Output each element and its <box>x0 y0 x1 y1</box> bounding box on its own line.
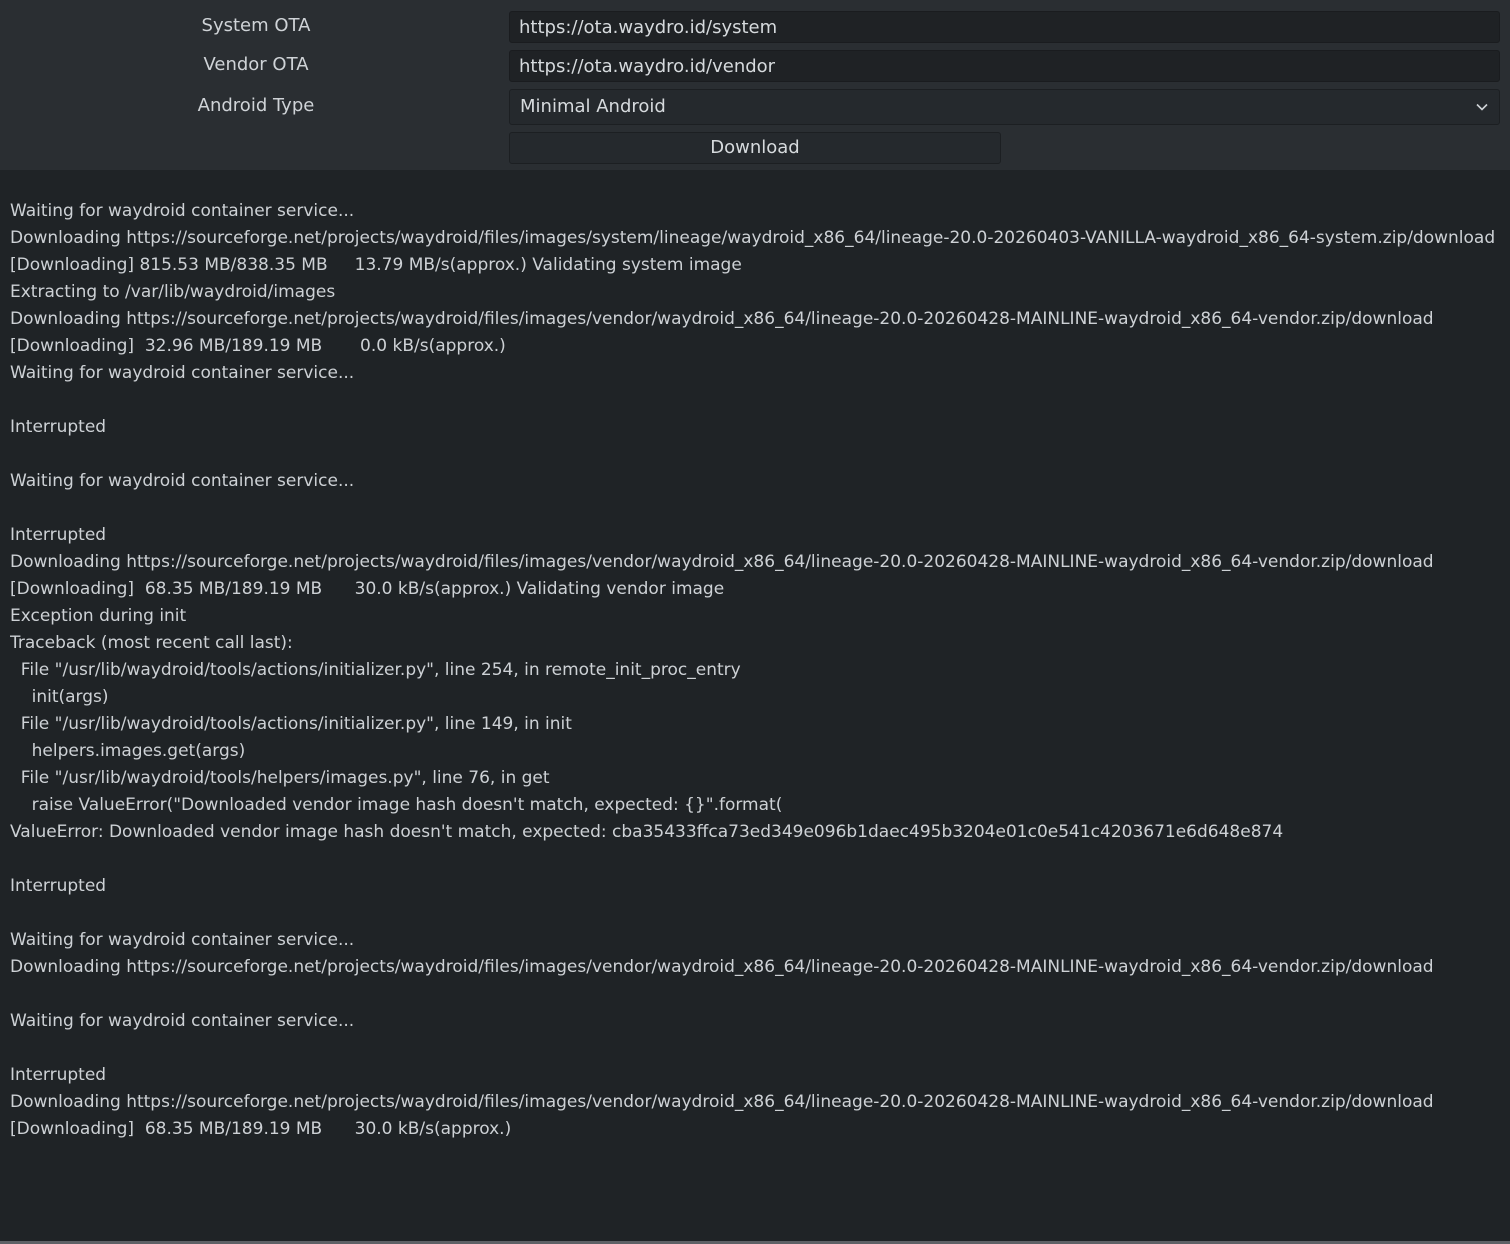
log-line: Waiting for waydroid container service..… <box>10 471 355 491</box>
log-output[interactable]: Waiting for waydroid container service..… <box>0 170 1510 1241</box>
ota-settings-form: System OTA Vendor OTA Android Type Minim… <box>0 0 1510 170</box>
system-ota-input[interactable] <box>509 11 1500 43</box>
log-line: Downloading https://sourceforge.net/proj… <box>10 1092 1434 1112</box>
log-line: Downloading https://sourceforge.net/proj… <box>10 957 1434 977</box>
log-line: Interrupted <box>10 417 107 437</box>
log-line: raise ValueError("Downloaded vendor imag… <box>10 795 783 815</box>
log-line: Interrupted <box>10 525 107 545</box>
log-line: [Downloading] 32.96 MB/189.19 MB 0.0 kB/… <box>10 336 506 356</box>
vendor-ota-label: Vendor OTA <box>203 54 309 75</box>
vendor-ota-input[interactable] <box>509 50 1500 82</box>
android-type-label: Android Type <box>197 95 315 116</box>
log-line: Waiting for waydroid container service..… <box>10 363 355 383</box>
chevron-down-icon <box>1476 103 1488 111</box>
log-line: [Downloading] 68.35 MB/189.19 MB 30.0 kB… <box>10 579 725 599</box>
log-line: helpers.images.get(args) <box>10 741 246 761</box>
log-line: Interrupted <box>10 876 107 896</box>
log-line: [Downloading] 68.35 MB/189.19 MB 30.0 kB… <box>10 1119 512 1139</box>
log-line: init(args) <box>10 687 109 707</box>
log-line: Downloading https://sourceforge.net/proj… <box>10 552 1434 572</box>
android-type-dropdown[interactable]: Minimal Android <box>509 89 1500 125</box>
log-line: [Downloading] 815.53 MB/838.35 MB 13.79 … <box>10 255 742 275</box>
android-type-selected: Minimal Android <box>520 96 666 117</box>
download-button[interactable]: Download <box>509 132 1001 164</box>
system-ota-label: System OTA <box>201 15 311 36</box>
log-line: Downloading https://sourceforge.net/proj… <box>10 309 1434 329</box>
log-line: File "/usr/lib/waydroid/tools/actions/in… <box>10 714 572 734</box>
log-line: Waiting for waydroid container service..… <box>10 201 355 221</box>
log-line: Waiting for waydroid container service..… <box>10 930 355 950</box>
log-line: ValueError: Downloaded vendor image hash… <box>10 822 1284 842</box>
log-line: Traceback (most recent call last): <box>10 633 293 653</box>
log-line: File "/usr/lib/waydroid/tools/actions/in… <box>10 660 741 680</box>
log-line: Exception during init <box>10 606 187 626</box>
log-line: Interrupted <box>10 1065 107 1085</box>
log-line: Waiting for waydroid container service..… <box>10 1011 355 1031</box>
log-text: Waiting for waydroid container service..… <box>10 198 1500 1143</box>
log-line: File "/usr/lib/waydroid/tools/helpers/im… <box>10 768 550 788</box>
log-line: Downloading https://sourceforge.net/proj… <box>10 228 1496 248</box>
log-line: Extracting to /var/lib/waydroid/images <box>10 282 336 302</box>
